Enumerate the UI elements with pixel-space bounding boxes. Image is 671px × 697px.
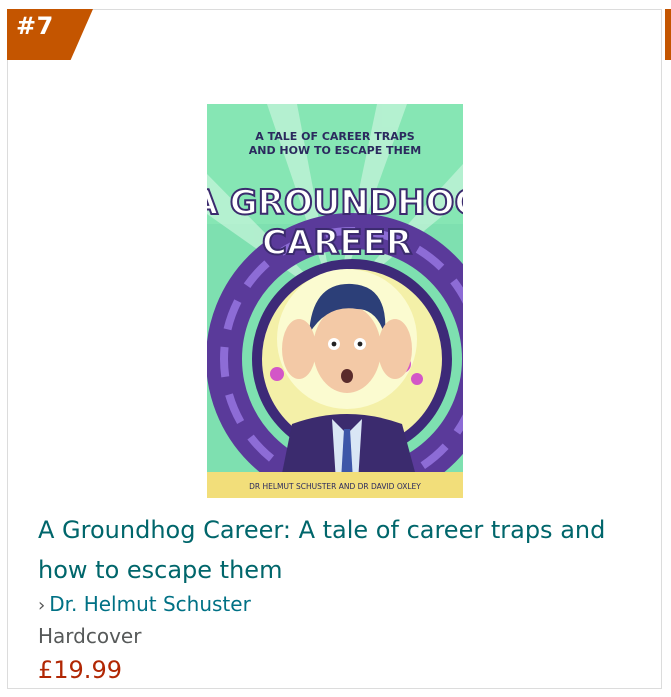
cover-authors-footer: DR HELMUT SCHUSTER AND DR DAVID OXLEY	[249, 482, 421, 491]
author-link[interactable]: › Dr. Helmut Schuster	[38, 591, 251, 619]
price: £19.99	[38, 656, 122, 684]
cover-tagline-line1: A TALE OF CAREER TRAPS	[255, 130, 414, 143]
next-card-rank-badge-edge	[665, 9, 671, 60]
cover-title-line1: A GROUNDHOG	[207, 183, 463, 223]
chevron-right-icon: ›	[38, 595, 46, 616]
cover-tagline-line2: AND HOW TO ESCAPE THEM	[249, 144, 421, 157]
rank-label: #7	[16, 12, 54, 40]
product-title-link[interactable]: A Groundhog Career: A tale of career tra…	[38, 510, 638, 590]
author-name: Dr. Helmut Schuster	[49, 592, 251, 616]
format-label: Hardcover	[38, 624, 142, 648]
cover-title-line2: CAREER	[262, 223, 412, 263]
book-cover-image[interactable]: A TALE OF CAREER TRAPS AND HOW TO ESCAPE…	[207, 104, 463, 498]
